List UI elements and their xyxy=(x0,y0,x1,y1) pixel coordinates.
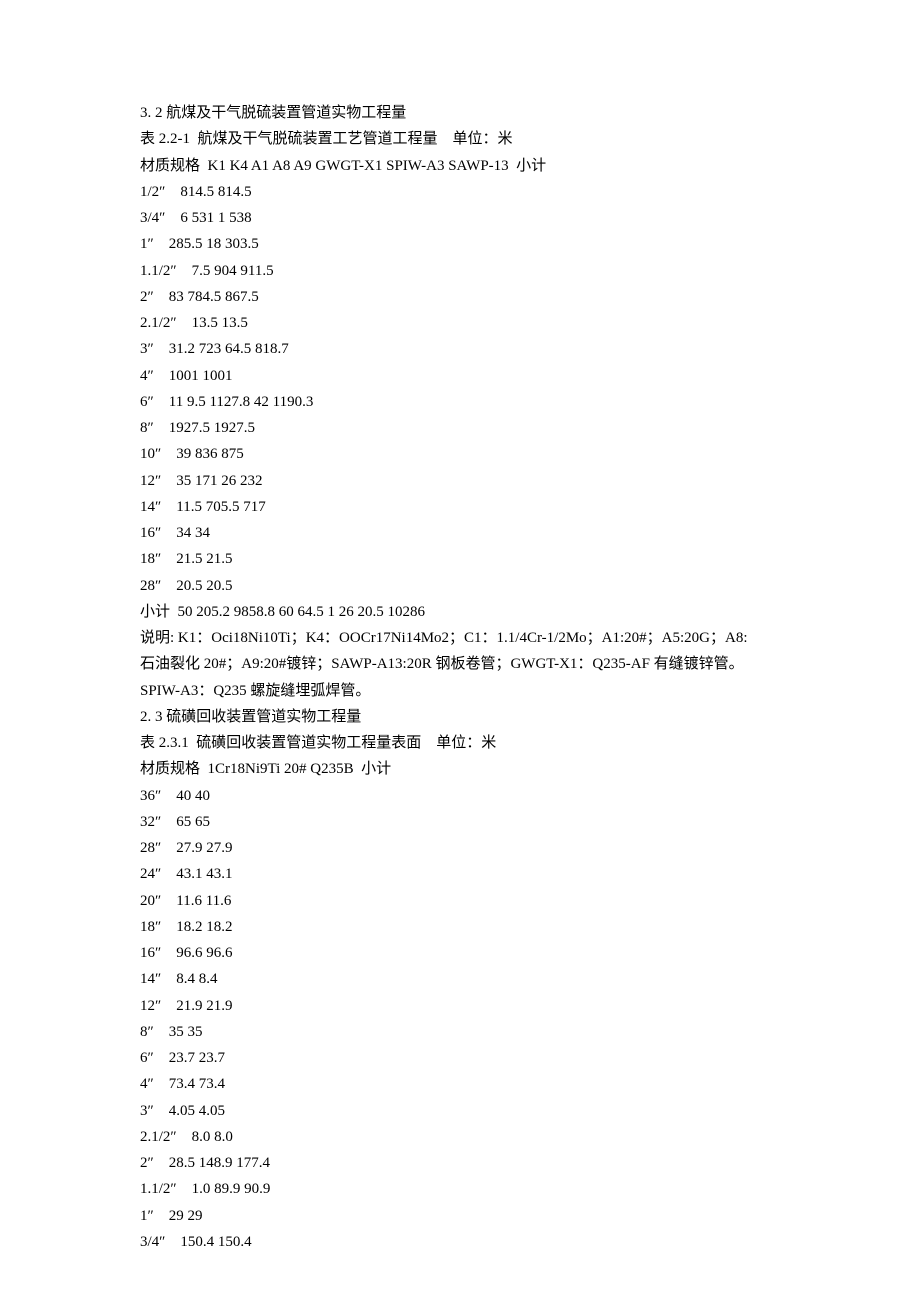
table-row: 1.1/2″ 1.0 89.9 90.9 xyxy=(140,1176,780,1202)
table-row: 6″ 11 9.5 1127.8 42 1190.3 xyxy=(140,389,780,415)
table-row: 18″ 21.5 21.5 xyxy=(140,546,780,572)
table-row: 12″ 21.9 21.9 xyxy=(140,993,780,1019)
table-row: 2.1/2″ 8.0 8.0 xyxy=(140,1124,780,1150)
table-row: 1/2″ 814.5 814.5 xyxy=(140,179,780,205)
table-row: 24″ 43.1 43.1 xyxy=(140,861,780,887)
document-body: 3. 2 航煤及干气脱硫装置管道实物工程量 表 2.2-1 航煤及干气脱硫装置工… xyxy=(140,100,780,1255)
section-heading-2-2: 3. 2 航煤及干气脱硫装置管道实物工程量 xyxy=(140,100,780,126)
table-row: 32″ 65 65 xyxy=(140,809,780,835)
table-row: 1″ 285.5 18 303.5 xyxy=(140,231,780,257)
table-note-line: 说明: K1：Oci18Ni10Ti；K4：OOCr17Ni14Mo2；C1：1… xyxy=(140,625,780,651)
table-row: 14″ 8.4 8.4 xyxy=(140,966,780,992)
table-caption-2-3-1: 表 2.3.1 硫磺回收装置管道实物工程量表面 单位：米 xyxy=(140,730,780,756)
table-row: 28″ 20.5 20.5 xyxy=(140,573,780,599)
section-heading-2-3: 2. 3 硫磺回收装置管道实物工程量 xyxy=(140,704,780,730)
table-note-line: 石油裂化 20#；A9:20#镀锌；SAWP-A13:20R 钢板卷管；GWGT… xyxy=(140,651,780,677)
table-row: 16″ 34 34 xyxy=(140,520,780,546)
table-row: 1″ 29 29 xyxy=(140,1203,780,1229)
table-row: 3/4″ 150.4 150.4 xyxy=(140,1229,780,1255)
table-row: 8″ 1927.5 1927.5 xyxy=(140,415,780,441)
table-row: 2″ 83 784.5 867.5 xyxy=(140,284,780,310)
table-header-2-2-1: 材质规格 K1 K4 A1 A8 A9 GWGT-X1 SPIW-A3 SAWP… xyxy=(140,153,780,179)
table-caption-2-2-1: 表 2.2-1 航煤及干气脱硫装置工艺管道工程量 单位：米 xyxy=(140,126,780,152)
table-row: 2.1/2″ 13.5 13.5 xyxy=(140,310,780,336)
table-row: 3/4″ 6 531 1 538 xyxy=(140,205,780,231)
table-row: 4″ 1001 1001 xyxy=(140,363,780,389)
table-row: 10″ 39 836 875 xyxy=(140,441,780,467)
table-row: 20″ 11.6 11.6 xyxy=(140,888,780,914)
table-row: 16″ 96.6 96.6 xyxy=(140,940,780,966)
table-row: 6″ 23.7 23.7 xyxy=(140,1045,780,1071)
table-row: 2″ 28.5 148.9 177.4 xyxy=(140,1150,780,1176)
table-row: 12″ 35 171 26 232 xyxy=(140,468,780,494)
table-row: 3″ 31.2 723 64.5 818.7 xyxy=(140,336,780,362)
table-row: 8″ 35 35 xyxy=(140,1019,780,1045)
table-row: 36″ 40 40 xyxy=(140,783,780,809)
table-header-2-3-1: 材质规格 1Cr18Ni9Ti 20# Q235B 小计 xyxy=(140,756,780,782)
table-row: 1.1/2″ 7.5 904 911.5 xyxy=(140,258,780,284)
table-row: 4″ 73.4 73.4 xyxy=(140,1071,780,1097)
table-subtotal-2-2-1: 小计 50 205.2 9858.8 60 64.5 1 26 20.5 102… xyxy=(140,599,780,625)
table-row: 18″ 18.2 18.2 xyxy=(140,914,780,940)
table-note-line: SPIW-A3：Q235 螺旋缝埋弧焊管。 xyxy=(140,678,780,704)
table-row: 3″ 4.05 4.05 xyxy=(140,1098,780,1124)
table-row: 28″ 27.9 27.9 xyxy=(140,835,780,861)
table-row: 14″ 11.5 705.5 717 xyxy=(140,494,780,520)
